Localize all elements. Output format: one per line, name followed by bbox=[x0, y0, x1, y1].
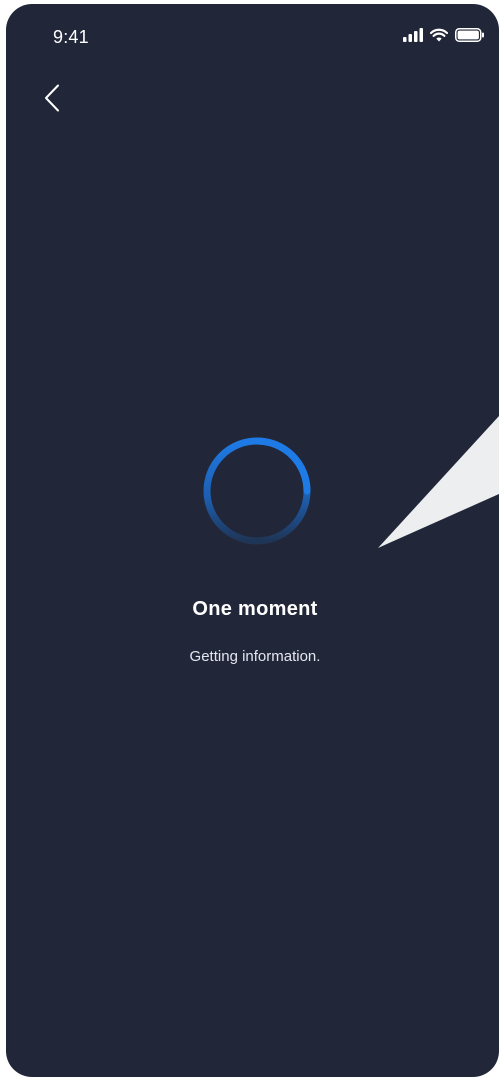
app-screen: 9:41 One moment Getting information. bbox=[6, 4, 499, 1077]
wifi-icon bbox=[430, 28, 448, 42]
status-bar: 9:41 bbox=[6, 4, 499, 64]
cellular-signal-icon bbox=[403, 28, 423, 42]
loading-spinner-icon bbox=[203, 437, 311, 545]
chevron-left-icon bbox=[45, 84, 59, 112]
back-button[interactable] bbox=[34, 78, 70, 118]
status-time: 9:41 bbox=[53, 27, 89, 47]
loading-title: One moment bbox=[192, 598, 318, 620]
battery-icon bbox=[455, 28, 484, 42]
loading-message: Getting information. bbox=[189, 648, 321, 665]
status-icons bbox=[403, 26, 485, 44]
